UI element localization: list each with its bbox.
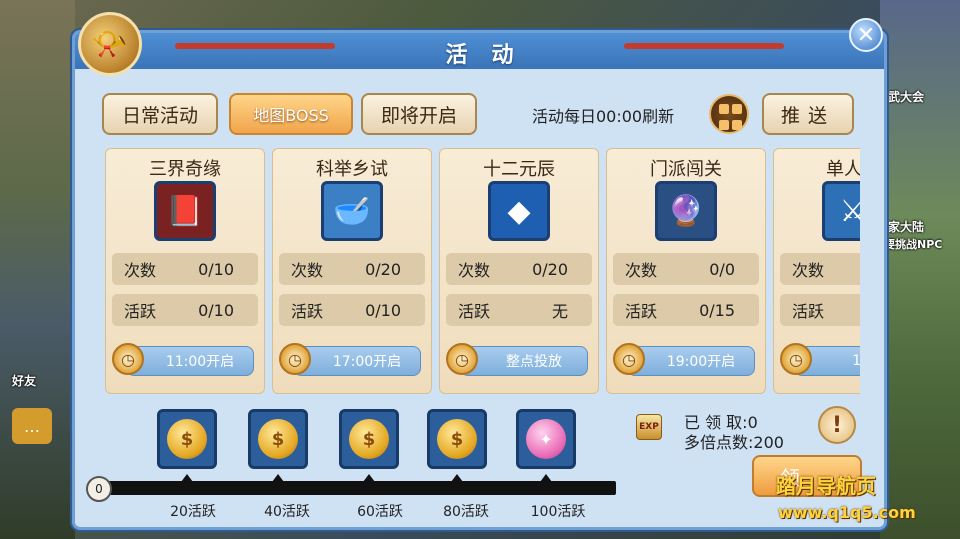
clock-icon: ◷ bbox=[446, 343, 478, 375]
coin-icon: $ bbox=[437, 419, 477, 459]
time-button[interactable]: 11:00开启 bbox=[126, 346, 254, 376]
progress-start: 0 bbox=[86, 476, 112, 502]
count-row: 次数 0/10 bbox=[112, 253, 258, 285]
push-button[interactable]: 推送 bbox=[762, 93, 854, 135]
milestone-label: 40活跃 bbox=[264, 504, 310, 520]
clock-icon: ◷ bbox=[780, 343, 812, 375]
count-value: 0/20 bbox=[532, 259, 568, 279]
count-label: 次数 bbox=[124, 261, 157, 280]
count-value: 0/20 bbox=[365, 259, 401, 279]
milestone-marker bbox=[181, 474, 193, 482]
close-icon[interactable]: ✕ bbox=[849, 18, 883, 52]
coin-icon: $ bbox=[349, 419, 389, 459]
friends-label[interactable]: 好友 bbox=[12, 372, 36, 389]
left-scene bbox=[0, 0, 75, 539]
milestone-marker bbox=[540, 474, 552, 482]
watermark-url: www.q1q5.com bbox=[778, 503, 916, 522]
milestone-label: 60活跃 bbox=[357, 504, 403, 520]
panel-title: 活动 bbox=[445, 43, 538, 68]
activity-card[interactable]: 门派闯关 🔮 次数 0/0 活跃 0/15 ◷ 19:00开启 bbox=[606, 148, 766, 394]
tab-daily[interactable]: 日常活动 bbox=[102, 93, 218, 135]
coin-icon: $ bbox=[167, 419, 207, 459]
bowl-icon: 🥣 bbox=[321, 181, 383, 241]
activity-progress-bar bbox=[96, 481, 616, 495]
milestone-label: 80活跃 bbox=[443, 504, 489, 520]
milestone-marker bbox=[451, 474, 463, 482]
coin-icon: $ bbox=[258, 419, 298, 459]
right-label-2: 家大陆 bbox=[888, 220, 925, 234]
active-label: 活跃 bbox=[124, 302, 157, 321]
reward-chest[interactable]: $ bbox=[339, 409, 399, 469]
time-button[interactable]: 整点投放 bbox=[460, 346, 588, 376]
activity-list: 三界奇缘 📕 次数 0/10 活跃 0/10 ◷ 11:00开启 科举乡试 🥣 … bbox=[105, 148, 860, 394]
clock-icon: ◷ bbox=[279, 343, 311, 375]
active-label: 活跃 bbox=[458, 302, 491, 321]
clock-icon: ◷ bbox=[112, 343, 144, 375]
gem-icon: ◆ bbox=[488, 181, 550, 241]
active-row: 活跃 0/10 bbox=[112, 294, 258, 326]
activity-name: 科举乡试 bbox=[316, 159, 388, 180]
exclamation-icon[interactable]: ! bbox=[818, 406, 856, 444]
active-label: 活跃 bbox=[625, 302, 658, 321]
refresh-text: 活动每日00:00刷新 bbox=[532, 107, 675, 126]
activity-card[interactable]: 科举乡试 🥣 次数 0/20 活跃 0/10 ◷ 17:00开启 bbox=[272, 148, 432, 394]
exp-icon: EXP bbox=[636, 414, 662, 440]
time-button[interactable]: 17:00开启 bbox=[293, 346, 421, 376]
multiplier-points: 多倍点数:200 bbox=[684, 433, 784, 452]
title-bar: 活动 bbox=[75, 33, 884, 69]
active-value: 0/15 bbox=[699, 300, 735, 320]
activity-name: 门派闯关 bbox=[650, 159, 722, 180]
active-value: 0/10 bbox=[365, 300, 401, 320]
watermark-title: 踏月导航页 bbox=[776, 474, 876, 498]
milestone-marker bbox=[272, 474, 284, 482]
active-row: 活跃 0/10 bbox=[279, 294, 425, 326]
tab-upcoming[interactable]: 即将开启 bbox=[361, 93, 477, 135]
count-row: 次数 0/20 bbox=[446, 253, 592, 285]
activity-card[interactable]: 三界奇缘 📕 次数 0/10 活跃 0/10 ◷ 11:00开启 bbox=[105, 148, 265, 394]
chat-icon[interactable]: … bbox=[12, 408, 52, 444]
count-label: 次数 bbox=[458, 261, 491, 280]
crystal-ball-icon: 🔮 bbox=[655, 181, 717, 241]
milestone-label: 20活跃 bbox=[170, 504, 216, 520]
active-value: 无 bbox=[551, 302, 568, 321]
tab-map-boss[interactable]: 地图BOSS bbox=[229, 93, 353, 135]
reward-chest[interactable]: $ bbox=[157, 409, 217, 469]
milestone-label: 100活跃 bbox=[530, 504, 586, 520]
count-row: 次数 0/0 bbox=[613, 253, 759, 285]
activity-card[interactable]: 单人竞 ⚔ 次数 活跃 ◷ 14:0 bbox=[773, 148, 860, 394]
time-button[interactable]: 19:00开启 bbox=[627, 346, 755, 376]
clock-icon: ◷ bbox=[613, 343, 645, 375]
count-label: 次数 bbox=[625, 261, 658, 280]
active-value: 0/10 bbox=[198, 300, 234, 320]
reward-chest[interactable]: $ bbox=[427, 409, 487, 469]
horn-icon: 📯 bbox=[78, 12, 142, 76]
count-row: 次数 bbox=[780, 253, 860, 285]
active-row: 活跃 无 bbox=[446, 294, 592, 326]
activity-name: 十二元辰 bbox=[483, 159, 555, 180]
right-scene bbox=[880, 0, 960, 539]
right-label-1: 武大会 bbox=[888, 90, 925, 104]
book-icon: 📕 bbox=[154, 181, 216, 241]
milestone-marker bbox=[363, 474, 375, 482]
activity-name: 三界奇缘 bbox=[149, 159, 221, 180]
count-label: 次数 bbox=[792, 261, 825, 280]
count-value: 0/10 bbox=[198, 259, 234, 279]
sword-icon: ⚔ bbox=[822, 181, 860, 241]
count-row: 次数 0/20 bbox=[279, 253, 425, 285]
right-label-3: 要挑战NPC bbox=[884, 238, 943, 251]
reward-chest[interactable]: $ bbox=[248, 409, 308, 469]
active-label: 活跃 bbox=[792, 302, 825, 321]
reward-chest[interactable]: ✦ bbox=[516, 409, 576, 469]
grid-icon[interactable] bbox=[709, 94, 749, 134]
active-row: 活跃 0/15 bbox=[613, 294, 759, 326]
lollipop-icon: ✦ bbox=[526, 419, 566, 459]
activity-card[interactable]: 十二元辰 ◆ 次数 0/20 活跃 无 ◷ 整点投放 bbox=[439, 148, 599, 394]
count-label: 次数 bbox=[291, 261, 324, 280]
active-label: 活跃 bbox=[291, 302, 324, 321]
activity-name: 单人竞 bbox=[826, 159, 860, 180]
count-value: 0/0 bbox=[709, 259, 735, 279]
active-row: 活跃 bbox=[780, 294, 860, 326]
